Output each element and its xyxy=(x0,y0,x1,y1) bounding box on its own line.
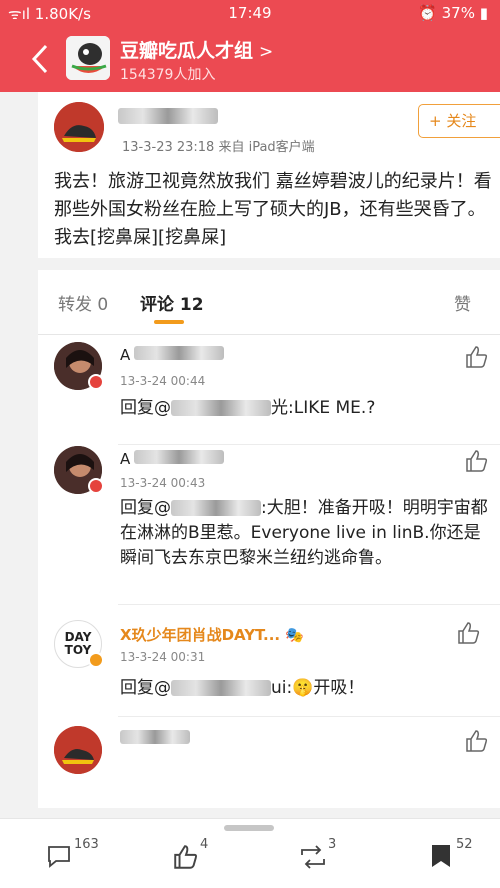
tab-repost[interactable]: 转发 0 xyxy=(58,290,108,315)
post-body: 我去！旅游卫视竟然放我们 嘉丝婷碧波儿的纪录片！看那些外国女粉丝在脸上写了硕大的… xyxy=(54,171,492,248)
bookmark-icon xyxy=(432,845,450,867)
section-divider xyxy=(38,258,500,270)
battery-level: 37% xyxy=(441,4,475,22)
battery-status: ⏰ 37% ▮ xyxy=(418,4,488,22)
post-author-name-redacted[interactable] xyxy=(118,108,218,124)
back-arrow-icon[interactable] xyxy=(26,42,58,76)
comment-divider xyxy=(118,444,500,445)
bottom-action-bar: 163 4 3 52 xyxy=(0,818,500,888)
name-redaction xyxy=(134,346,225,360)
comment-text: 回复@:大胆！准备开吸！明明宇宙都在淋淋的B里惹。Everyone live i… xyxy=(120,498,488,568)
drag-handle[interactable] xyxy=(224,825,274,831)
tab-likes[interactable]: 赞 xyxy=(454,290,471,315)
bottom-gap xyxy=(0,808,500,818)
name-redaction xyxy=(120,730,190,744)
commenter-avatar[interactable] xyxy=(54,726,102,774)
comment-text: 回复@ 光:LIKE ME.? xyxy=(120,398,376,418)
group-header: 豆瓣吃瓜人才组 > 154379人加入 xyxy=(0,26,500,92)
follow-button[interactable]: + 关注 xyxy=(418,104,500,138)
collect-button[interactable]: 52 xyxy=(430,837,480,877)
tabs-divider xyxy=(38,334,500,335)
group-avatar[interactable] xyxy=(66,36,110,80)
mention-redaction xyxy=(171,680,271,696)
collect-count: 52 xyxy=(456,837,473,852)
comment-divider xyxy=(118,604,500,605)
repost-count: 3 xyxy=(328,837,337,852)
thumb-up-icon[interactable] xyxy=(464,344,490,370)
thumb-up-icon[interactable] xyxy=(456,620,482,646)
commenter-name[interactable] xyxy=(120,730,190,748)
commenter-name[interactable]: A xyxy=(120,450,225,468)
vip-badge xyxy=(88,652,104,668)
chevron-right-icon: > xyxy=(259,42,274,62)
thumb-up-icon xyxy=(174,845,198,869)
comment-time: 13-3-24 00:31 xyxy=(120,650,206,664)
thumb-up-icon[interactable] xyxy=(464,448,490,474)
repost-icon xyxy=(301,845,325,869)
repost-button[interactable]: 3 xyxy=(298,837,348,877)
group-member-count: 154379人加入 xyxy=(120,67,216,83)
comment-divider xyxy=(118,716,500,717)
group-name[interactable]: 豆瓣吃瓜人才组 > xyxy=(120,36,273,63)
comment-count: 163 xyxy=(74,837,99,852)
like-button[interactable]: 4 xyxy=(172,837,222,877)
mention-redaction xyxy=(171,500,261,516)
post-tabs: 转发 0 评论 12 赞 xyxy=(38,270,500,334)
vip-badge xyxy=(88,478,104,494)
comment-icon xyxy=(48,846,70,868)
member-badge-icon: 🎭 xyxy=(285,626,305,644)
post-meta: 13-3-23 23:18 来自 iPad客户端 xyxy=(122,140,315,155)
comment-time: 13-3-24 00:44 xyxy=(120,374,206,388)
post-author-avatar[interactable] xyxy=(54,102,104,152)
vip-badge xyxy=(88,374,104,390)
comment-text: 回复@ ui:🤫开吸！ xyxy=(120,678,365,698)
comment-button[interactable]: 163 xyxy=(46,837,106,877)
alarm-icon: ⏰ xyxy=(418,4,437,22)
name-redaction xyxy=(134,450,225,464)
status-bar: ᯤıl 1.80K/s 17:49 ⏰ 37% ▮ xyxy=(0,0,500,26)
commenter-name[interactable]: A xyxy=(120,346,225,364)
thumb-up-icon[interactable] xyxy=(464,728,490,754)
commenter-name[interactable]: X玖少年团肖战DAYT... 🎭 xyxy=(120,624,304,645)
battery-icon: ▮ xyxy=(479,4,488,22)
like-count: 4 xyxy=(200,837,209,852)
tab-comments[interactable]: 评论 12 xyxy=(140,290,204,315)
mention-redaction xyxy=(171,400,271,416)
active-tab-indicator xyxy=(154,320,184,324)
comment-time: 13-3-24 00:43 xyxy=(120,476,206,490)
